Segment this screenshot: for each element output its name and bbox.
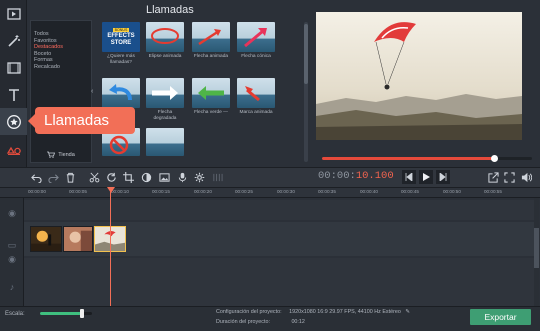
- sticker-sea[interactable]: [146, 128, 184, 156]
- duration-label: Duración del proyecto:: [216, 319, 270, 325]
- collapse-panel-button[interactable]: ‹: [91, 88, 93, 95]
- store-button[interactable]: Tienda: [30, 149, 92, 161]
- tool-rail: [0, 0, 27, 190]
- cart-icon: [47, 151, 56, 160]
- ruler-tick: 00:00:30: [277, 189, 295, 194]
- playback-progress[interactable]: [322, 155, 532, 162]
- edit-toolbar: [0, 167, 540, 188]
- overlay-track[interactable]: [24, 200, 536, 220]
- play-button[interactable]: [419, 170, 433, 184]
- ruler-tick: 00:00:50: [443, 189, 461, 194]
- export-button[interactable]: Exportar: [470, 309, 531, 325]
- equalizer-icon[interactable]: [211, 171, 223, 183]
- magic-wand-icon[interactable]: [0, 27, 27, 54]
- project-config: Configuración del proyecto: 1920x1080 16…: [216, 309, 410, 315]
- sticker-arrow-blue[interactable]: [102, 78, 140, 110]
- color-adjust-icon[interactable]: [140, 171, 152, 183]
- sticker-caption: Flecha verde —: [194, 110, 228, 115]
- video-preview[interactable]: [316, 12, 522, 140]
- ruler-tick: 00:00:05: [69, 189, 87, 194]
- next-frame-button[interactable]: [436, 170, 450, 184]
- playhead-handle[interactable]: [107, 187, 115, 193]
- panel-title: Llamadas: [146, 4, 194, 16]
- rotate-icon[interactable]: [105, 171, 117, 183]
- ruler-tick: 00:00:15: [152, 189, 170, 194]
- media-import-icon[interactable]: [0, 0, 27, 27]
- ruler-tick: 00:00:25: [235, 189, 253, 194]
- sticker-caption: Elipse animada: [148, 54, 182, 59]
- sticker-caption: Flecha cónica: [241, 54, 271, 59]
- sticker-arrow-conic[interactable]: Flecha cónica: [237, 22, 275, 60]
- export-frame-icon[interactable]: [487, 171, 499, 183]
- sticker-caption: ¿Quiere más llamadas?: [107, 54, 135, 65]
- sticker-ellipse[interactable]: Elipse animada: [146, 22, 184, 60]
- image-icon[interactable]: [158, 171, 170, 183]
- sticker-mark-animated[interactable]: Marca animada: [237, 78, 275, 116]
- ruler-tick: 00:00:40: [360, 189, 378, 194]
- timecode: 00:00:10.100: [318, 170, 394, 182]
- playhead[interactable]: [110, 188, 111, 308]
- callout-tooltip: Llamadas: [28, 107, 135, 134]
- prev-frame-button[interactable]: [402, 170, 416, 184]
- track-headers: ◉ ▭ ◉ ♪: [0, 198, 24, 306]
- duration-value: 00:12: [291, 319, 305, 325]
- audio-track[interactable]: [24, 258, 536, 306]
- microphone-icon[interactable]: [176, 171, 188, 183]
- config-label: Configuración del proyecto:: [216, 309, 282, 315]
- text-icon[interactable]: [0, 81, 27, 108]
- sticker-scrollbar[interactable]: [304, 22, 308, 162]
- scale-slider[interactable]: [40, 309, 92, 318]
- scale-slider-knob[interactable]: [79, 309, 84, 318]
- edit-pencil-icon[interactable]: ✎: [405, 309, 410, 315]
- timeline-ruler[interactable]: 00:00:00 00:00:05 00:00:10 00:00:15 00:0…: [0, 188, 540, 198]
- config-value: 1920x1080 16:9 29.97 FPS, 44100 Hz Estér…: [289, 309, 401, 315]
- scale-label: Escala:: [5, 311, 25, 317]
- sticker-store[interactable]: BONUS EFFECTS STORE ¿Quiere más llamadas…: [102, 22, 140, 65]
- sticker-arrow-green[interactable]: Flecha verde —: [192, 78, 230, 116]
- music-note-icon: ♪: [9, 282, 15, 292]
- shapes-icon[interactable]: [0, 135, 27, 162]
- ruler-tick: 00:00:20: [194, 189, 212, 194]
- eye-icon[interactable]: ◉: [5, 208, 19, 218]
- cut-icon[interactable]: [88, 171, 100, 183]
- video-clip[interactable]: [30, 226, 62, 252]
- timecode-prefix: 00:00:: [318, 170, 356, 182]
- timeline-scrollbar[interactable]: [534, 198, 539, 306]
- fullscreen-icon[interactable]: [503, 171, 515, 183]
- sticker-arrow-animated[interactable]: Flecha animada: [192, 22, 230, 60]
- sticker-caption: Marca animada: [239, 110, 273, 115]
- undo-icon[interactable]: [30, 171, 42, 183]
- ruler-tick: 00:00:45: [401, 189, 419, 194]
- sticker-caption: Flecha animada: [193, 54, 229, 59]
- timecode-current: 10.100: [355, 170, 394, 182]
- store-line2: STORE: [110, 39, 132, 46]
- settings-gear-icon[interactable]: [193, 171, 205, 183]
- video-track-icon: ▭: [7, 240, 17, 250]
- store-badge: BONUS: [112, 28, 130, 32]
- store-button-label: Tienda: [58, 152, 75, 158]
- progress-knob[interactable]: [491, 155, 499, 162]
- film-strip-icon[interactable]: [0, 54, 27, 81]
- project-duration: Duración del proyecto: 00:12: [216, 319, 305, 325]
- delete-icon[interactable]: [64, 171, 76, 183]
- eye-icon[interactable]: ◉: [5, 254, 19, 264]
- ruler-tick: 00:00:00: [28, 189, 46, 194]
- sticker-arrow-gradient[interactable]: Flecha degradada: [146, 78, 184, 121]
- volume-icon[interactable]: [520, 171, 532, 183]
- video-clip[interactable]: [63, 226, 93, 252]
- ruler-tick: 00:00:55: [484, 189, 502, 194]
- callout-star-icon[interactable]: [0, 108, 27, 135]
- category-list: Todos Favoritos Destacados Boceto Formas…: [30, 20, 92, 163]
- category-item[interactable]: Recalcado: [31, 64, 91, 71]
- sticker-caption: Flecha degradada: [153, 110, 177, 121]
- redo-icon[interactable]: [47, 171, 59, 183]
- crop-icon[interactable]: [122, 171, 134, 183]
- ruler-tick: 00:00:35: [318, 189, 336, 194]
